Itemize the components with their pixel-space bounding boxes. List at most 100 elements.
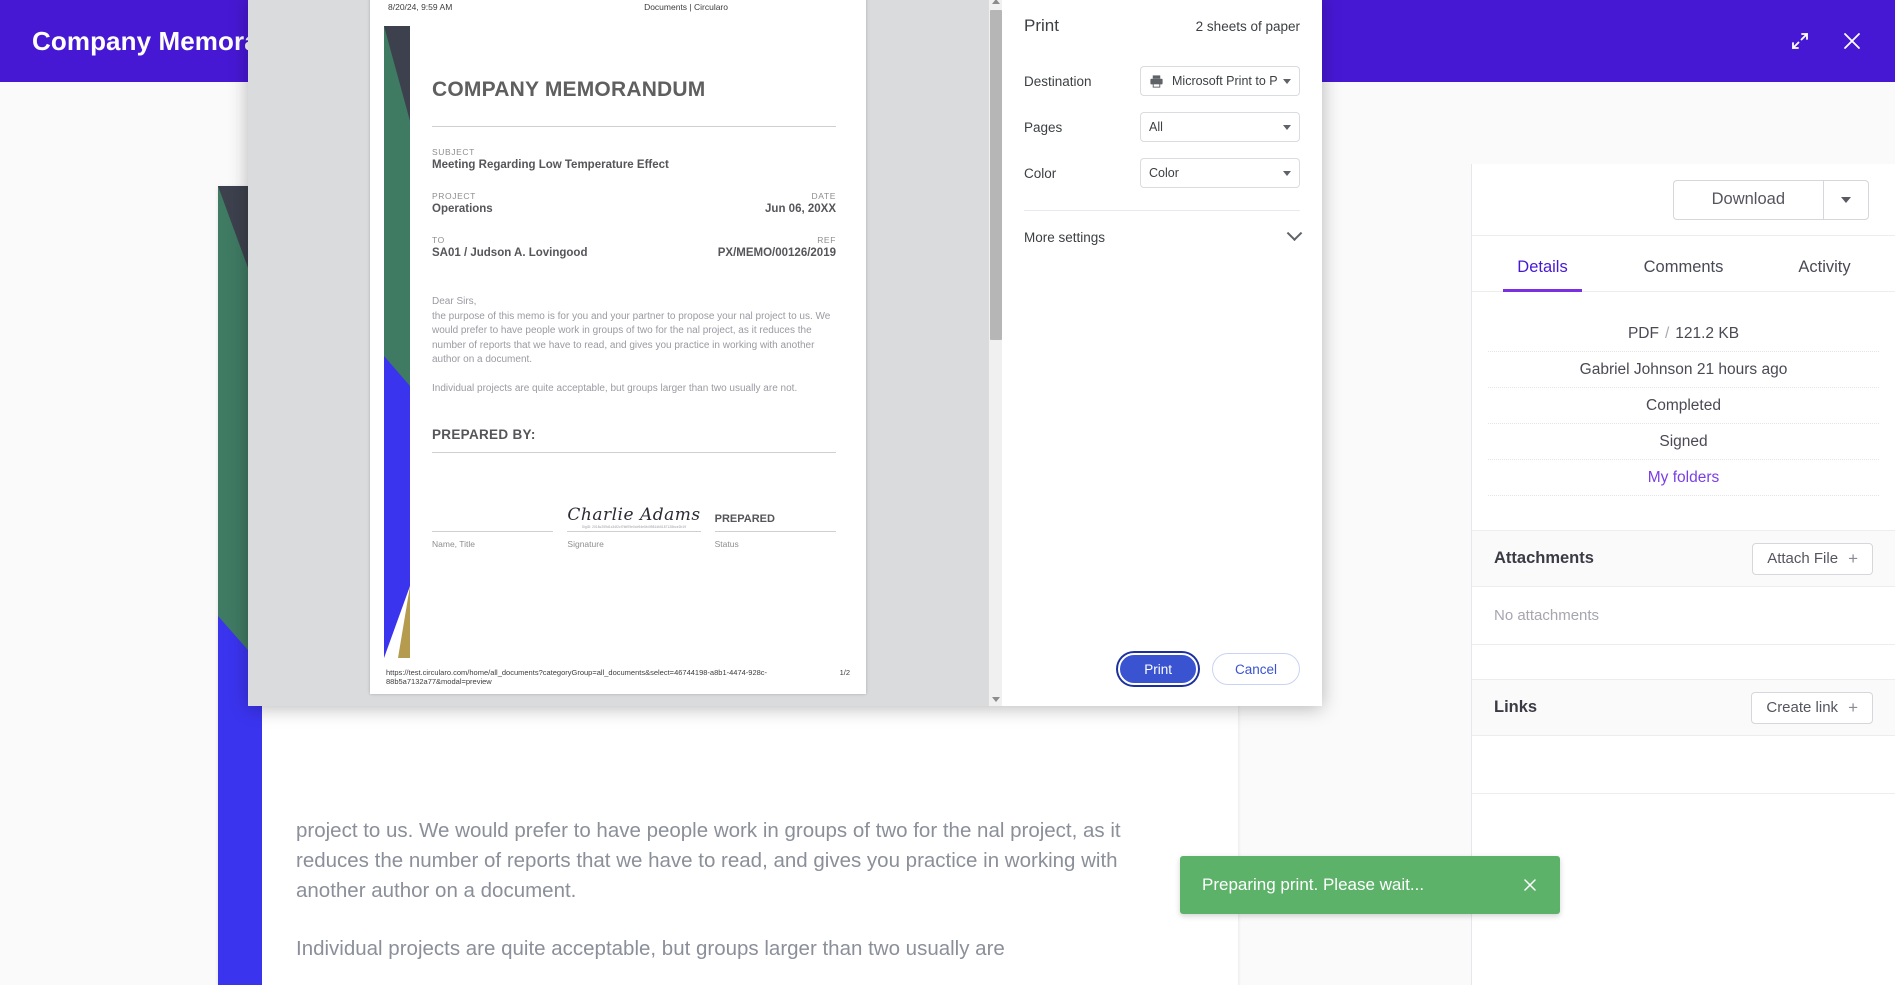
triangle-up-icon[interactable] xyxy=(989,0,1002,8)
color-select[interactable]: Color xyxy=(1140,158,1300,188)
meta-row-author: Gabriel Johnson 21 hours ago xyxy=(1488,352,1879,388)
tab-details[interactable]: Details xyxy=(1472,258,1613,292)
signature-hash: SigID: 2018c259d1c34f2cf7fdf09e0cb94e5b4… xyxy=(581,524,687,529)
sheets-count: 2 sheets of paper xyxy=(1195,18,1300,34)
prepared-by-heading: PREPARED BY: xyxy=(432,426,536,442)
screen: project to us. We would prefer to have p… xyxy=(0,0,1895,985)
preview-footer-page: 1/2 xyxy=(839,668,850,677)
tab-activity[interactable]: Activity xyxy=(1754,258,1895,291)
toast-close-icon[interactable] xyxy=(1522,877,1538,893)
destination-label: Destination xyxy=(1024,73,1092,89)
triangle-down-icon[interactable] xyxy=(989,692,1002,706)
tab-comments[interactable]: Comments xyxy=(1613,258,1754,291)
preview-page-footer: https://test.circularo.com/home/all_docu… xyxy=(370,668,866,686)
close-icon[interactable] xyxy=(1837,26,1867,56)
scrollbar-thumb[interactable] xyxy=(990,10,1002,340)
document-metadata-list: PDF / 121.2 KB Gabriel Johnson 21 hours … xyxy=(1472,316,1895,496)
memo-salutation: Dear Sirs, xyxy=(432,296,477,307)
page-color-ribbon xyxy=(384,26,410,658)
color-value: Color xyxy=(1149,166,1179,180)
more-settings-toggle[interactable]: More settings xyxy=(1024,211,1303,263)
inspector-toolbar: Download xyxy=(1472,164,1895,236)
signature-cell: Charlie Adams SigID: 2018c259d1c34f2cf7f… xyxy=(567,504,701,549)
signature-row: Name, Title Charlie Adams SigID: 2018c25… xyxy=(432,504,837,549)
attachments-title: Attachments xyxy=(1494,549,1594,567)
printer-icon xyxy=(1149,74,1164,89)
memo-content: COMPANY MEMORANDUM SUBJECT Meeting Regar… xyxy=(432,78,837,549)
preview-page-1: 8/20/24, 9:59 AM Documents | Circularo C… xyxy=(370,0,866,694)
inspector-tabs: Details Comments Activity xyxy=(1472,236,1895,292)
pages-select[interactable]: All xyxy=(1140,112,1300,142)
memo-project-date-row: PROJECT Operations DATE Jun 06, 20XX xyxy=(432,191,836,215)
setting-pages: Pages All xyxy=(1024,112,1300,142)
attachments-empty: No attachments xyxy=(1472,587,1895,645)
chevron-down-icon xyxy=(1283,170,1291,176)
links-panel: Links Create link + xyxy=(1472,679,1895,794)
header-actions xyxy=(1785,0,1867,82)
name-title-caption: Name, Title xyxy=(432,538,475,549)
print-settings-rows: Destination Microsoft Print to PDF xyxy=(1002,36,1322,188)
signature-line xyxy=(567,530,701,532)
meta-row-folders[interactable]: My folders xyxy=(1488,460,1879,496)
preview-footer-url: https://test.circularo.com/home/all_docu… xyxy=(386,668,768,686)
memo-subject-value: Meeting Regarding Low Temperature Effect xyxy=(432,159,669,171)
memo-ref-field: REF PX/MEMO/00126/2019 xyxy=(718,235,836,259)
signature-caption: Signature xyxy=(567,538,604,549)
download-button[interactable]: Download xyxy=(1672,179,1823,220)
attachments-panel: Attachments Attach File + No attachments xyxy=(1472,530,1895,645)
memo-paragraph-2: Individual projects are quite acceptable… xyxy=(432,382,798,394)
memo-subject-field: SUBJECT Meeting Regarding Low Temperatur… xyxy=(432,147,836,171)
print-button[interactable]: Print xyxy=(1118,653,1198,685)
color-label: Color xyxy=(1024,165,1057,181)
status-caption: Status xyxy=(714,538,739,549)
meta-separator: / xyxy=(1664,324,1670,342)
download-button-group: Download xyxy=(1672,179,1869,220)
chevron-down-icon xyxy=(1841,196,1851,203)
memo-project-label: PROJECT xyxy=(432,191,476,201)
signature-image: Charlie Adams xyxy=(567,504,701,525)
attach-file-button[interactable]: Attach File + xyxy=(1752,542,1873,575)
print-dialog: 8/20/24, 9:59 AM Documents | Circularo C… xyxy=(248,0,1322,706)
memo-ref-value: PX/MEMO/00126/2019 xyxy=(717,247,836,259)
create-link-label: Create link xyxy=(1766,699,1839,716)
cancel-button[interactable]: Cancel xyxy=(1211,653,1300,685)
memo-project-value: Operations xyxy=(432,203,493,215)
memo-date-field: DATE Jun 06, 20XX xyxy=(765,191,836,215)
print-settings-pane: Print 2 sheets of paper Destination Micr… xyxy=(1002,0,1322,706)
links-title: Links xyxy=(1494,698,1538,716)
toast-message: Preparing print. Please wait... xyxy=(1202,875,1425,894)
memo-to-value: SA01 / Judson A. Lovingood xyxy=(432,247,588,259)
memo-to-field: TO SA01 / Judson A. Lovingood xyxy=(432,235,587,259)
document-body-text: project to us. We would prefer to have p… xyxy=(296,816,1176,985)
memo-date-label: DATE xyxy=(811,191,836,201)
preview-header-date: 8/20/24, 9:59 AM xyxy=(388,2,453,12)
preview-header-site: Documents | Circularo xyxy=(644,2,728,12)
print-dialog-title: Print xyxy=(1024,16,1059,35)
destination-select[interactable]: Microsoft Print to PDF xyxy=(1140,66,1300,96)
memo-divider xyxy=(432,126,836,127)
status-value: PREPARED xyxy=(714,512,775,525)
memo-subject-label: SUBJECT xyxy=(432,147,475,157)
memo-body: Dear Sirs, the purpose of this memo is f… xyxy=(432,295,836,397)
meta-filesize: 121.2 KB xyxy=(1675,324,1740,342)
toast-notification: Preparing print. Please wait... xyxy=(1180,856,1560,914)
meta-row-status: Completed xyxy=(1488,388,1879,424)
plus-icon: + xyxy=(1848,549,1858,568)
preview-page-header: 8/20/24, 9:59 AM Documents | Circularo xyxy=(370,2,866,12)
prepared-by-divider xyxy=(432,451,836,453)
setting-destination: Destination Microsoft Print to PDF xyxy=(1024,66,1300,96)
setting-color: Color Color xyxy=(1024,158,1300,188)
memo-to-ref-row: TO SA01 / Judson A. Lovingood REF PX/MEM… xyxy=(432,235,836,259)
expand-arrows-icon[interactable] xyxy=(1785,26,1815,56)
name-title-line xyxy=(432,530,554,532)
status-cell: PREPARED Status xyxy=(714,512,837,549)
print-settings-header: Print 2 sheets of paper xyxy=(1002,0,1322,36)
plus-icon: + xyxy=(1848,698,1858,717)
preview-scrollbar[interactable] xyxy=(988,0,1002,706)
create-link-button[interactable]: Create link + xyxy=(1751,691,1873,724)
pages-label: Pages xyxy=(1024,119,1063,135)
download-options-button[interactable] xyxy=(1823,179,1869,220)
attach-file-label: Attach File xyxy=(1767,550,1839,567)
chevron-down-icon xyxy=(1283,78,1291,84)
document-paragraph: project to us. We would prefer to have p… xyxy=(296,819,1121,902)
